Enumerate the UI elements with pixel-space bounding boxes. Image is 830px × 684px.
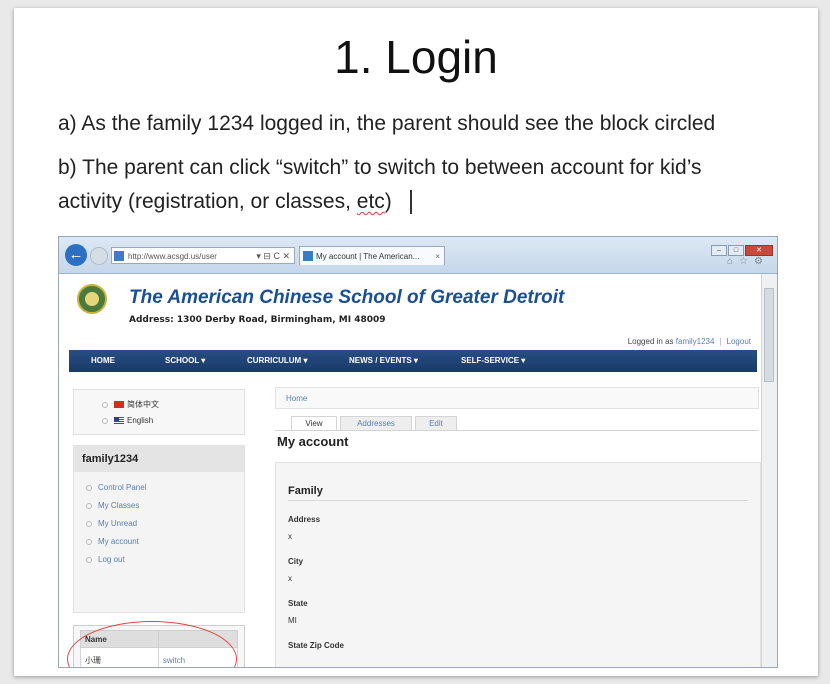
back-arrow-icon[interactable]: ←: [65, 244, 87, 266]
bullet-a: a) As the family 1234 logged in, the par…: [58, 112, 716, 135]
field-value: x: [288, 532, 292, 541]
nav-school[interactable]: SCHOOL ▾: [165, 350, 205, 372]
nav-news-events[interactable]: NEWS / EVENTS ▾: [349, 350, 418, 372]
section-divider: [288, 500, 748, 501]
maximize-icon[interactable]: □: [728, 245, 744, 256]
tab-view[interactable]: View: [291, 416, 337, 431]
tab-favicon-icon: [303, 251, 313, 261]
bullet-icon: [86, 502, 92, 509]
browser-chrome: ← http://www.acsgd.us/user ▾ ⊟ C ✕ My ac…: [59, 237, 777, 274]
browser-screenshot: ← http://www.acsgd.us/user ▾ ⊟ C ✕ My ac…: [58, 236, 778, 668]
browser-tab[interactable]: My account | The American... ×: [299, 246, 445, 265]
spellcheck-word: etc: [356, 190, 385, 213]
menu-label: My account: [98, 537, 139, 546]
language-switcher: 简体中文 English: [73, 389, 245, 435]
minimize-icon[interactable]: –: [711, 245, 727, 256]
section-title: Family: [288, 485, 323, 497]
field-label: State: [288, 599, 308, 608]
address-bar[interactable]: http://www.acsgd.us/user ▾ ⊟ C ✕: [111, 247, 295, 264]
logged-user-link[interactable]: family1234: [676, 337, 715, 346]
menu-my-account[interactable]: My account: [86, 537, 139, 546]
bullet-icon: [86, 556, 92, 563]
tab-edit[interactable]: Edit: [415, 416, 457, 431]
tab-title: My account | The American...: [316, 252, 420, 261]
window-controls: – □ ✕: [710, 239, 773, 257]
bullet-b-close: ): [384, 190, 392, 213]
lang-chinese-label: 简体中文: [127, 400, 159, 409]
logo-seal: [85, 292, 99, 306]
user-block-title: family1234: [74, 446, 244, 472]
text-cursor: [409, 190, 412, 215]
menu-label: Log out: [98, 555, 125, 564]
logged-in-status: Logged in as family1234 | Logout: [628, 337, 751, 346]
menu-my-classes[interactable]: My Classes: [86, 501, 139, 510]
tab-close-icon[interactable]: ×: [435, 247, 440, 266]
nav-curriculum[interactable]: CURRICULUM ▾: [247, 350, 307, 372]
field-value: MI: [288, 616, 297, 625]
slide-title: 1. Login: [334, 31, 498, 83]
scrollbar-thumb[interactable]: [764, 288, 774, 382]
tab-divider: [275, 430, 759, 431]
address-tools[interactable]: ▾ ⊟ C ✕: [256, 248, 290, 265]
breadcrumb[interactable]: Home: [275, 387, 759, 409]
forward-arrow-icon[interactable]: [90, 247, 108, 265]
vertical-scrollbar[interactable]: [761, 274, 777, 667]
nav-home[interactable]: HOME: [91, 350, 115, 372]
toolbar-icons[interactable]: ⌂☆⚙: [727, 256, 769, 267]
lang-english-label: English: [127, 416, 154, 425]
lang-chinese[interactable]: 简体中文: [102, 399, 159, 410]
main-nav: HOME SCHOOL ▾ CURRICULUM ▾ NEWS / EVENTS…: [69, 350, 757, 372]
tab-addresses[interactable]: Addresses: [340, 416, 412, 431]
user-menu-block: family1234 Control Panel My Classes My U…: [73, 445, 245, 613]
bullet-b-line2: activity (registration, or classes, etc): [58, 186, 412, 218]
field-label: Address: [288, 515, 321, 524]
menu-label: Control Panel: [98, 483, 147, 492]
account-details: Family Address x City x State MI State Z…: [275, 462, 761, 667]
address-url: http://www.acsgd.us/user: [128, 252, 217, 261]
menu-label: My Unread: [98, 519, 138, 528]
bullet-icon: [102, 417, 108, 424]
menu-log-out[interactable]: Log out: [86, 555, 125, 564]
field-label: City: [288, 557, 304, 566]
bullet-icon: [102, 401, 108, 408]
school-logo: [77, 284, 107, 314]
bullet-b-text: activity (registration, or classes,: [58, 190, 357, 213]
close-window-icon[interactable]: ✕: [745, 245, 773, 256]
bullet-icon: [86, 484, 92, 491]
menu-label: My Classes: [98, 501, 140, 510]
bullet-icon: [86, 538, 92, 545]
field-value: x: [288, 574, 292, 583]
slide: 1. Login a) As the family 1234 logged in…: [14, 8, 818, 676]
bullet-icon: [86, 520, 92, 527]
web-page: The American Chinese School of Greater D…: [59, 274, 761, 667]
lang-english[interactable]: English: [102, 416, 153, 425]
menu-control-panel[interactable]: Control Panel: [86, 483, 146, 492]
menu-my-unread[interactable]: My Unread: [86, 519, 137, 528]
field-label: State Zip Code: [288, 641, 345, 650]
logout-link[interactable]: Logout: [727, 337, 751, 346]
us-flag-icon: [114, 417, 124, 425]
page-title: My account: [277, 434, 349, 449]
china-flag-icon: [114, 401, 124, 409]
nav-self-service[interactable]: SELF-SERVICE ▾: [461, 350, 525, 372]
site-address: Address: 1300 Derby Road, Birmingham, MI…: [129, 315, 386, 325]
separator: |: [719, 337, 722, 346]
site-title[interactable]: The American Chinese School of Greater D…: [129, 287, 564, 309]
site-favicon-icon: [114, 251, 124, 261]
logged-prefix: Logged in as: [627, 337, 674, 346]
bullet-b-line1: b) The parent can click “switch” to swit…: [58, 156, 702, 179]
